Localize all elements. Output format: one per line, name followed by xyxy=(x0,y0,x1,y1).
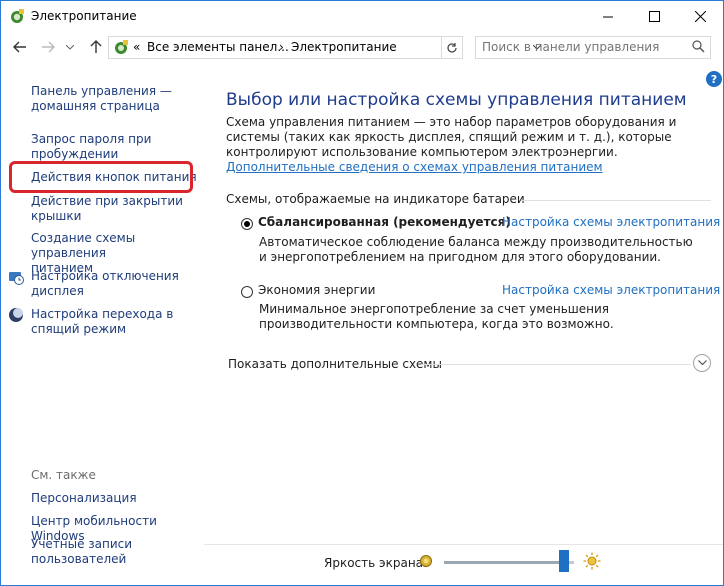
close-button[interactable] xyxy=(677,1,723,31)
intro-text: Схема управления питанием — это набор па… xyxy=(226,115,677,159)
up-button[interactable] xyxy=(85,36,107,58)
sidebar-link-sleep[interactable]: Настройка перехода в спящий режим xyxy=(31,307,211,337)
page-title: Выбор или настройка схемы управления пит… xyxy=(226,90,687,110)
sidebar-link-wake-password[interactable]: Запрос пароля при пробуждении xyxy=(31,132,211,162)
sidebar-link-label: Настройка перехода в xyxy=(31,307,174,321)
brightness-high-icon xyxy=(583,552,601,570)
plan-balanced-description: Автоматическое соблюдение баланса между … xyxy=(259,235,693,264)
window-title: Электропитание xyxy=(31,9,137,23)
minimize-button[interactable] xyxy=(585,1,631,31)
sidebar-link-control-panel-home[interactable]: Панель управления — домашняя страница xyxy=(31,84,211,114)
sidebar-link-label: пользователей xyxy=(31,552,127,566)
help-button[interactable]: ? xyxy=(706,71,722,87)
sidebar-link-personalization[interactable]: Персонализация xyxy=(31,491,211,506)
search-icon[interactable] xyxy=(692,40,705,53)
brightness-slider-thumb[interactable] xyxy=(559,550,570,572)
sidebar-link-label: крышки xyxy=(31,209,82,223)
sidebar-link-label: Панель управления — xyxy=(31,84,172,98)
breadcrumb-overflow[interactable]: « xyxy=(133,40,140,54)
chevron-down-icon xyxy=(66,44,74,50)
sidebar-link-label: домашняя страница xyxy=(31,99,160,113)
breadcrumb-separator[interactable]: › xyxy=(279,40,284,54)
expand-schemes-button[interactable] xyxy=(693,354,711,372)
sidebar-link-label: Запрос пароля при xyxy=(31,132,152,146)
close-icon xyxy=(694,10,706,22)
sidebar-link-user-accounts[interactable]: Учетные записи пользователей xyxy=(31,537,211,567)
breadcrumb-power-options[interactable]: Электропитание xyxy=(291,40,397,54)
sidebar-link-label: пробуждении xyxy=(31,147,119,161)
refresh-icon xyxy=(446,42,457,53)
sidebar-link-label: Действие при закрытии xyxy=(31,194,183,208)
divider xyxy=(521,200,711,201)
control-panel-icon xyxy=(115,40,128,54)
plan-power-saver-description: Минимальное энергопотребление за счет ум… xyxy=(259,302,614,331)
plans-group-label: Схемы, отображаемые на индикаторе батаре… xyxy=(226,192,525,206)
sidebar-link-label: Настройка отключения xyxy=(31,269,179,283)
plan-balanced-radio[interactable] xyxy=(241,218,253,230)
forward-button[interactable] xyxy=(37,36,59,58)
window: Электропитание « Все элементы панел... ›… xyxy=(0,0,724,586)
show-more-schemes-label[interactable]: Показать дополнительные схемы xyxy=(228,357,442,371)
refresh-button[interactable] xyxy=(441,36,463,59)
highlight-frame xyxy=(9,161,193,193)
arrow-right-icon xyxy=(42,41,55,53)
sidebar-link-label: спящий режим xyxy=(31,322,127,336)
arrow-left-icon xyxy=(13,41,26,53)
more-info-link[interactable]: Дополнительные сведения о схемах управле… xyxy=(226,160,603,174)
divider xyxy=(421,364,691,365)
plan-power-saver-name[interactable]: Экономия энергии xyxy=(258,283,375,297)
plan-power-saver-radio[interactable] xyxy=(241,286,253,298)
maximize-icon xyxy=(648,10,660,22)
brightness-slider[interactable] xyxy=(444,561,574,564)
intro-paragraph: Схема управления питанием — это набор па… xyxy=(226,115,706,175)
address-bar[interactable]: « Все элементы панел... › Электропитание xyxy=(108,36,541,59)
chevron-down-icon xyxy=(697,360,707,366)
breadcrumb-all-items[interactable]: Все элементы панел... xyxy=(147,40,289,54)
plan-balanced-settings-link[interactable]: Настройка схемы электропитания xyxy=(502,215,720,229)
sidebar-link-lid-close[interactable]: Действие при закрытии крышки xyxy=(31,194,211,224)
search-box xyxy=(475,36,711,59)
sidebar-link-label: Учетные записи xyxy=(31,537,133,551)
display-clock-icon xyxy=(9,272,24,285)
sidebar-link-label: дисплея xyxy=(31,284,84,298)
sidebar-link-label: Персонализация xyxy=(31,491,137,505)
power-options-icon xyxy=(11,9,24,23)
sidebar-link-label: Создание схемы управления xyxy=(31,231,136,260)
maximize-button[interactable] xyxy=(631,1,677,31)
sidebar-link-display-off[interactable]: Настройка отключения дисплея xyxy=(31,269,211,299)
recent-locations-button[interactable] xyxy=(59,36,81,58)
brightness-slider-fill xyxy=(444,561,560,564)
title-bar: Электропитание xyxy=(1,1,723,31)
search-input[interactable] xyxy=(482,39,682,55)
plan-power-saver-settings-link[interactable]: Настройка схемы электропитания xyxy=(502,283,720,297)
plan-balanced-name[interactable]: Сбалансированная (рекомендуется) xyxy=(258,215,511,229)
brightness-label: Яркость экрана: xyxy=(324,556,428,570)
brightness-low-icon xyxy=(420,555,432,567)
back-button[interactable] xyxy=(9,36,31,58)
navigation-bar: « Все элементы панел... › Электропитание xyxy=(1,32,723,62)
moon-icon xyxy=(9,308,23,322)
arrow-up-icon xyxy=(90,40,102,53)
divider xyxy=(204,544,723,545)
minimize-icon xyxy=(602,16,613,17)
see-also-heading: См. также xyxy=(31,468,96,482)
caption-buttons xyxy=(585,1,723,31)
